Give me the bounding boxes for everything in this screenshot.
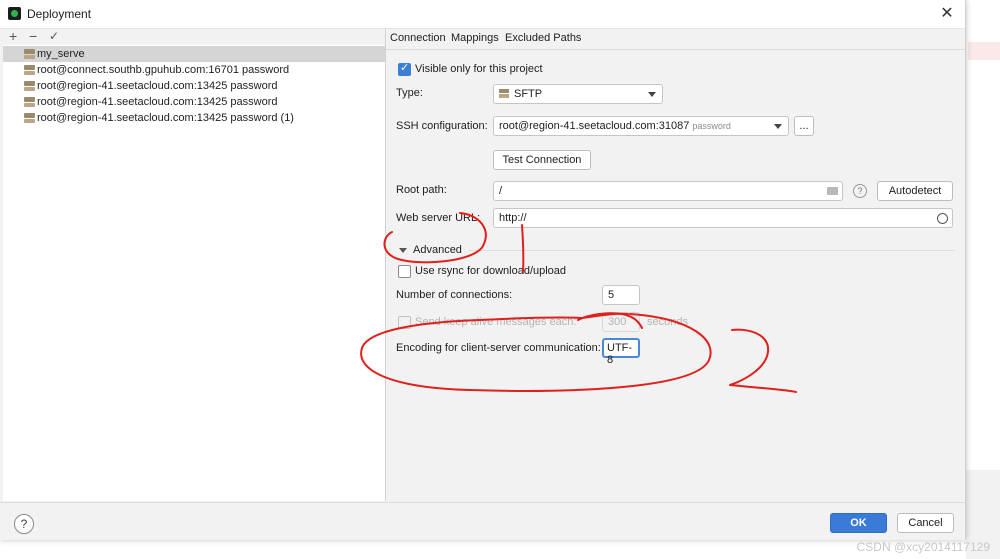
server-icon <box>24 81 35 91</box>
server-icon <box>24 97 35 107</box>
server-toolbar: + − ✓ <box>3 28 385 45</box>
ssh-host: root@region-41.seetacloud.com:31087 <box>499 120 690 132</box>
server-icon <box>24 65 35 75</box>
server-label: root@region-41.seetacloud.com:13425 pass… <box>37 80 278 92</box>
ssh-auth-hint: password <box>692 121 731 131</box>
num-connections-value: 5 <box>608 289 615 301</box>
visible-only-checkbox[interactable] <box>398 61 411 76</box>
watermark: CSDN @xcy2014117129 <box>856 540 990 554</box>
type-select[interactable]: SFTP <box>493 84 663 104</box>
globe-icon[interactable] <box>937 213 948 224</box>
root-path-value: / <box>499 185 503 197</box>
ssh-config-label: SSH configuration: <box>396 120 488 132</box>
ok-button[interactable]: OK <box>830 513 887 533</box>
encoding-value: UTF-8 <box>607 342 633 366</box>
rsync-checkbox[interactable] <box>398 265 411 278</box>
keep-alive-checkbox[interactable] <box>398 316 411 329</box>
section-divider <box>468 250 955 251</box>
server-label: root@region-41.seetacloud.com:13425 pass… <box>37 112 294 124</box>
tab-mappings[interactable]: Mappings <box>451 29 499 49</box>
window-title: Deployment <box>27 7 92 21</box>
server-item[interactable]: my_serve <box>3 46 385 62</box>
encoding-label: Encoding for client-server communication… <box>396 342 601 354</box>
add-server-button[interactable]: + <box>9 28 17 44</box>
web-url-label: Web server URL: <box>396 212 481 224</box>
background-highlight <box>968 42 1000 60</box>
set-default-button[interactable]: ✓ <box>49 28 59 44</box>
server-label: root@region-41.seetacloud.com:13425 pass… <box>37 96 278 108</box>
deployment-dialog: Deployment ✕ + − ✓ my_serve root@connect… <box>0 0 966 540</box>
ssh-config-select[interactable]: root@region-41.seetacloud.com:31087 pass… <box>493 116 789 136</box>
pycharm-icon <box>8 7 21 20</box>
expand-icon[interactable] <box>399 248 407 253</box>
web-url-input[interactable]: http:// <box>493 208 953 228</box>
server-item[interactable]: root@connect.southb.gpuhub.com:16701 pas… <box>3 62 385 78</box>
ssh-config-value: root@region-41.seetacloud.com:31087 pass… <box>499 120 731 132</box>
server-label: my_serve <box>37 48 85 60</box>
server-item[interactable]: root@region-41.seetacloud.com:13425 pass… <box>3 94 385 110</box>
connection-settings: Visible only for this project Type: SFTP… <box>386 49 965 502</box>
server-item[interactable]: root@region-41.seetacloud.com:13425 pass… <box>3 78 385 94</box>
server-item[interactable]: root@region-41.seetacloud.com:13425 pass… <box>3 110 385 126</box>
rsync-label: Use rsync for download/upload <box>415 265 567 277</box>
tab-connection[interactable]: Connection <box>390 29 446 51</box>
test-connection-button[interactable]: Test Connection <box>493 150 591 170</box>
root-path-input[interactable]: / <box>493 181 843 201</box>
keep-alive-label: Send keep alive messages each: <box>415 316 577 328</box>
chevron-down-icon <box>648 92 656 97</box>
sftp-icon <box>499 89 509 98</box>
server-list-panel: + − ✓ my_serve root@connect.southb.gpuhu… <box>3 28 386 501</box>
server-list: my_serve root@connect.southb.gpuhub.com:… <box>3 46 385 126</box>
type-label: Type: <box>396 87 423 99</box>
ssh-config-more-button[interactable]: ... <box>794 116 814 136</box>
dialog-footer: ? OK Cancel <box>0 502 965 540</box>
cancel-button[interactable]: Cancel <box>897 513 954 533</box>
keep-alive-unit: seconds <box>647 316 688 328</box>
root-path-label: Root path: <box>396 184 447 196</box>
tab-excluded-paths[interactable]: Excluded Paths <box>505 29 581 49</box>
remove-server-button[interactable]: − <box>29 28 37 44</box>
num-connections-input[interactable]: 5 <box>602 285 640 305</box>
server-icon <box>24 49 35 59</box>
help-button[interactable]: ? <box>14 514 34 534</box>
title-bar: Deployment ✕ <box>0 0 965 29</box>
chevron-down-icon <box>774 124 782 129</box>
autodetect-button[interactable]: Autodetect <box>877 181 953 201</box>
web-url-value: http:// <box>499 212 527 224</box>
keep-alive-value: 300 <box>608 316 627 328</box>
close-icon[interactable]: ✕ <box>936 3 958 25</box>
server-label: root@connect.southb.gpuhub.com:16701 pas… <box>37 64 290 76</box>
folder-icon[interactable] <box>827 187 838 195</box>
advanced-section-toggle[interactable]: Advanced <box>413 244 462 256</box>
keep-alive-input[interactable]: 300 <box>602 312 640 332</box>
encoding-input[interactable]: UTF-8 <box>602 338 640 366</box>
visible-only-label: Visible only for this project <box>415 63 543 75</box>
type-value: SFTP <box>514 88 543 100</box>
server-icon <box>24 113 35 123</box>
help-icon[interactable]: ? <box>853 184 867 198</box>
num-connections-label: Number of connections: <box>396 289 513 301</box>
